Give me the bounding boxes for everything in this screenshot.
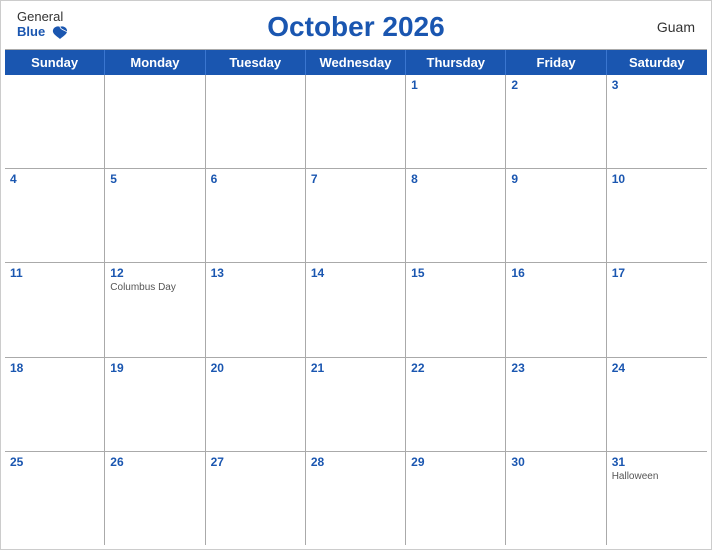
day-number: 9: [511, 172, 600, 186]
day-number: [110, 78, 199, 92]
day-number: 31: [612, 455, 702, 469]
calendar-day: 14: [306, 263, 406, 356]
calendar-day: 11: [5, 263, 105, 356]
day-number: 17: [612, 266, 702, 280]
day-number: 20: [211, 361, 300, 375]
calendar-grid: SundayMondayTuesdayWednesdayThursdayFrid…: [5, 49, 707, 545]
day-header-friday: Friday: [506, 50, 606, 75]
calendar-day: 3: [607, 75, 707, 168]
day-number: 12: [110, 266, 199, 280]
calendar-week-4: 18 19 20 21 22 23 24: [5, 358, 707, 452]
day-number: 3: [612, 78, 702, 92]
day-number: 22: [411, 361, 500, 375]
day-number: 5: [110, 172, 199, 186]
day-number: 14: [311, 266, 400, 280]
day-number: [311, 78, 400, 92]
day-header-thursday: Thursday: [406, 50, 506, 75]
calendar-day: 1: [406, 75, 506, 168]
logo: General Blue: [17, 9, 69, 41]
calendar-day: 31 Halloween: [607, 452, 707, 545]
calendar-day: 6: [206, 169, 306, 262]
calendar-day: 9: [506, 169, 606, 262]
calendar-header: General Blue October 2026 Guam: [1, 1, 711, 49]
calendar-day: 23: [506, 358, 606, 451]
day-number: [211, 78, 300, 92]
day-number: 2: [511, 78, 600, 92]
day-number: 29: [411, 455, 500, 469]
day-number: 13: [211, 266, 300, 280]
day-number: 23: [511, 361, 600, 375]
day-number: 4: [10, 172, 99, 186]
calendar-day: 12 Columbus Day: [105, 263, 205, 356]
calendar-day: [306, 75, 406, 168]
calendar-week-5: 25 26 27 28 29 30 31 Halloween: [5, 452, 707, 545]
calendar-day: 4: [5, 169, 105, 262]
day-number: 15: [411, 266, 500, 280]
calendar-day: 2: [506, 75, 606, 168]
calendar-day: 13: [206, 263, 306, 356]
calendar-day: 22: [406, 358, 506, 451]
day-number: 18: [10, 361, 99, 375]
calendar-week-2: 456789 10: [5, 169, 707, 263]
calendar-week-1: 123: [5, 75, 707, 169]
day-number: 11: [10, 266, 99, 280]
day-number: [10, 78, 99, 92]
day-headers-row: SundayMondayTuesdayWednesdayThursdayFrid…: [5, 50, 707, 75]
calendar-day: 20: [206, 358, 306, 451]
day-header-sunday: Sunday: [5, 50, 105, 75]
day-number: 28: [311, 455, 400, 469]
calendar-day: 30: [506, 452, 606, 545]
calendar-day: 28: [306, 452, 406, 545]
calendar-week-3: 11 12 Columbus Day 13 14 15 16 17: [5, 263, 707, 357]
calendar-day: 27: [206, 452, 306, 545]
calendar-day: 8: [406, 169, 506, 262]
calendar-region: Guam: [657, 19, 695, 35]
calendar-day: [206, 75, 306, 168]
day-event: Columbus Day: [110, 282, 199, 293]
calendar-day: 29: [406, 452, 506, 545]
day-header-saturday: Saturday: [607, 50, 707, 75]
calendar-day: 19: [105, 358, 205, 451]
calendar-day: 16: [506, 263, 606, 356]
day-number: 27: [211, 455, 300, 469]
day-number: 1: [411, 78, 500, 92]
day-header-monday: Monday: [105, 50, 205, 75]
calendar-day: 7: [306, 169, 406, 262]
day-number: 19: [110, 361, 199, 375]
day-number: 8: [411, 172, 500, 186]
logo-bird-icon: [51, 25, 69, 41]
day-number: 6: [211, 172, 300, 186]
calendar-day: [105, 75, 205, 168]
calendar-weeks: 123456789101112Columbus Day1314151617181…: [5, 75, 707, 545]
calendar-day: 24: [607, 358, 707, 451]
calendar-day: 26: [105, 452, 205, 545]
logo-general: General: [17, 9, 63, 24]
day-number: 10: [612, 172, 702, 186]
calendar-container: General Blue October 2026 Guam SundayMon…: [0, 0, 712, 550]
day-event: Halloween: [612, 471, 702, 482]
day-header-wednesday: Wednesday: [306, 50, 406, 75]
day-number: 25: [10, 455, 99, 469]
day-number: 21: [311, 361, 400, 375]
day-header-tuesday: Tuesday: [206, 50, 306, 75]
calendar-day: 15: [406, 263, 506, 356]
calendar-day: 25: [5, 452, 105, 545]
calendar-day: 21: [306, 358, 406, 451]
calendar-title: October 2026: [267, 11, 444, 43]
calendar-day: [5, 75, 105, 168]
calendar-day: 5: [105, 169, 205, 262]
calendar-day: 18: [5, 358, 105, 451]
day-number: 30: [511, 455, 600, 469]
day-number: 7: [311, 172, 400, 186]
logo-blue: Blue: [17, 24, 69, 41]
day-number: 24: [612, 361, 702, 375]
day-number: 16: [511, 266, 600, 280]
day-number: 26: [110, 455, 199, 469]
calendar-day: 10: [607, 169, 707, 262]
calendar-day: 17: [607, 263, 707, 356]
